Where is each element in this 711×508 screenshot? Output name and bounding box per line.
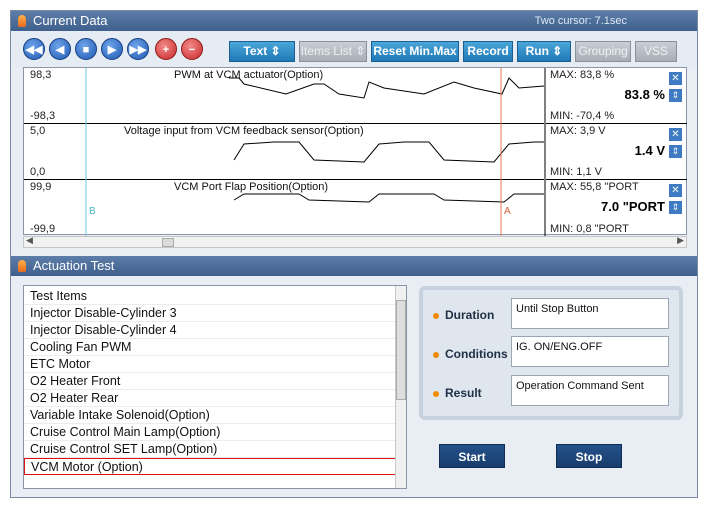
list-scroll-thumb[interactable] bbox=[396, 300, 406, 400]
cursor-b-label: B bbox=[89, 206, 96, 217]
pwm-stats: MAX: 83,8 % 83.8 % MIN: -70,4 % ✕ ⇕ bbox=[546, 68, 687, 124]
list-item[interactable]: Cooling Fan PWM bbox=[24, 339, 396, 356]
duration-label: Duration bbox=[433, 308, 494, 322]
actuation-title: Actuation Test bbox=[33, 258, 115, 273]
result-value: Operation Command Sent bbox=[511, 375, 669, 406]
port-flap-value: 7.0 "PORT bbox=[601, 199, 665, 214]
start-button[interactable]: Start bbox=[439, 444, 505, 468]
conditions-label: Conditions bbox=[433, 347, 508, 361]
bullet-icon bbox=[433, 351, 439, 358]
list-item[interactable]: ETC Motor bbox=[24, 356, 396, 373]
vss-button[interactable]: VSS bbox=[635, 41, 677, 62]
zoom-in-icon[interactable]: + bbox=[155, 38, 177, 60]
list-item-selected[interactable]: VCM Motor (Option) bbox=[24, 458, 396, 475]
graph-area: 98,3 -98,3 PWM at VCM actuator(Option) M… bbox=[23, 67, 687, 236]
scroll-left-icon[interactable]: ◀ bbox=[26, 235, 33, 246]
close-icon[interactable]: ✕ bbox=[669, 72, 682, 85]
sort-icon[interactable]: ⇕ bbox=[669, 145, 682, 158]
cursor-info: Two cursor: 7.1sec bbox=[534, 15, 627, 27]
graph-horizontal-scrollbar[interactable]: ◀ ▶ bbox=[23, 235, 687, 248]
plot-pwm: 98,3 -98,3 PWM at VCM actuator(Option) bbox=[24, 68, 544, 124]
list-item[interactable]: Cruise Control Main Lamp(Option) bbox=[24, 424, 396, 441]
bullet-icon bbox=[433, 312, 439, 319]
stop-icon[interactable]: ■ bbox=[75, 38, 97, 60]
sort-icon[interactable]: ⇕ bbox=[669, 89, 682, 102]
list-item[interactable]: O2 Heater Rear bbox=[24, 390, 396, 407]
current-data-titlebar: Current Data Two cursor: 7.1sec bbox=[11, 11, 697, 31]
port-flap-trace bbox=[85, 180, 544, 236]
actuation-titlebar: Actuation Test bbox=[11, 256, 697, 276]
plot-port-flap: 99,9 -99,9 VCM Port Flap Position(Option… bbox=[24, 180, 544, 236]
reset-min-max-button[interactable]: Reset Min.Max bbox=[371, 41, 459, 62]
result-label: Result bbox=[433, 386, 482, 400]
rewind-icon[interactable]: ◀◀ bbox=[23, 38, 45, 60]
voltage-min: MIN: 1,1 V bbox=[550, 166, 602, 178]
cursor-a-label: A bbox=[504, 206, 511, 217]
pwm-max: MAX: 83,8 % bbox=[550, 69, 615, 81]
scan-tool-window: Current Data Two cursor: 7.1sec ◀◀ ◀ ■ ▶… bbox=[10, 10, 698, 498]
flame-icon bbox=[18, 15, 26, 27]
play-icon[interactable]: ▶ bbox=[101, 38, 123, 60]
test-items-list: Test Items Injector Disable-Cylinder 3 I… bbox=[23, 285, 407, 489]
sort-icon[interactable]: ⇕ bbox=[669, 201, 682, 214]
duration-value: Until Stop Button bbox=[511, 298, 669, 329]
voltage-max: MAX: 3,9 V bbox=[550, 125, 606, 137]
pwm-trace bbox=[229, 77, 544, 99]
port-flap-stats: MAX: 55,8 "PORT 7.0 "PORT MIN: 0,8 "PORT… bbox=[546, 180, 687, 236]
test-info-panel: Duration Until Stop Button Conditions IG… bbox=[419, 286, 683, 420]
conditions-value: IG. ON/ENG.OFF bbox=[511, 336, 669, 367]
port-flap-min: MIN: 0,8 "PORT bbox=[550, 223, 629, 235]
step-back-icon[interactable]: ◀ bbox=[49, 38, 71, 60]
grouping-button[interactable]: Grouping bbox=[575, 41, 631, 62]
run-dropdown[interactable]: Run ⇕ bbox=[517, 41, 571, 62]
close-icon[interactable]: ✕ bbox=[669, 184, 682, 197]
port-flap-max: MAX: 55,8 "PORT bbox=[550, 181, 639, 193]
items-list-dropdown[interactable]: Items List ⇕ bbox=[299, 41, 367, 62]
zoom-out-icon[interactable]: − bbox=[181, 38, 203, 60]
list-item[interactable]: Injector Disable-Cylinder 4 bbox=[24, 322, 396, 339]
fast-forward-icon[interactable]: ▶▶ bbox=[127, 38, 149, 60]
pwm-min: MIN: -70,4 % bbox=[550, 110, 615, 122]
list-item[interactable]: Variable Intake Solenoid(Option) bbox=[24, 407, 396, 424]
voltage-trace bbox=[233, 141, 544, 163]
bullet-icon bbox=[433, 390, 439, 397]
flame-icon bbox=[18, 260, 26, 272]
text-dropdown[interactable]: Text ⇕ bbox=[229, 41, 295, 62]
close-icon[interactable]: ✕ bbox=[669, 128, 682, 141]
list-item[interactable]: O2 Heater Front bbox=[24, 373, 396, 390]
stop-button[interactable]: Stop bbox=[556, 444, 622, 468]
scroll-right-icon[interactable]: ▶ bbox=[677, 235, 684, 246]
list-vertical-scrollbar[interactable] bbox=[395, 286, 406, 488]
list-item[interactable]: Injector Disable-Cylinder 3 bbox=[24, 305, 396, 322]
voltage-stats: MAX: 3,9 V 1.4 V MIN: 1,1 V ✕ ⇕ bbox=[546, 124, 687, 180]
graph-toolbar: ◀◀ ◀ ■ ▶ ▶▶ + − Text ⇕ Items List ⇕ Rese… bbox=[11, 31, 697, 67]
list-header: Test Items bbox=[24, 288, 396, 305]
scroll-thumb[interactable] bbox=[162, 238, 174, 247]
voltage-value: 1.4 V bbox=[634, 143, 665, 158]
current-data-title: Current Data bbox=[33, 13, 108, 28]
record-button[interactable]: Record bbox=[463, 41, 513, 62]
list-item[interactable]: Cruise Control SET Lamp(Option) bbox=[24, 441, 396, 458]
pwm-value: 83.8 % bbox=[624, 87, 665, 102]
plot-voltage: 5,0 0,0 Voltage input from VCM feedback … bbox=[24, 124, 544, 180]
